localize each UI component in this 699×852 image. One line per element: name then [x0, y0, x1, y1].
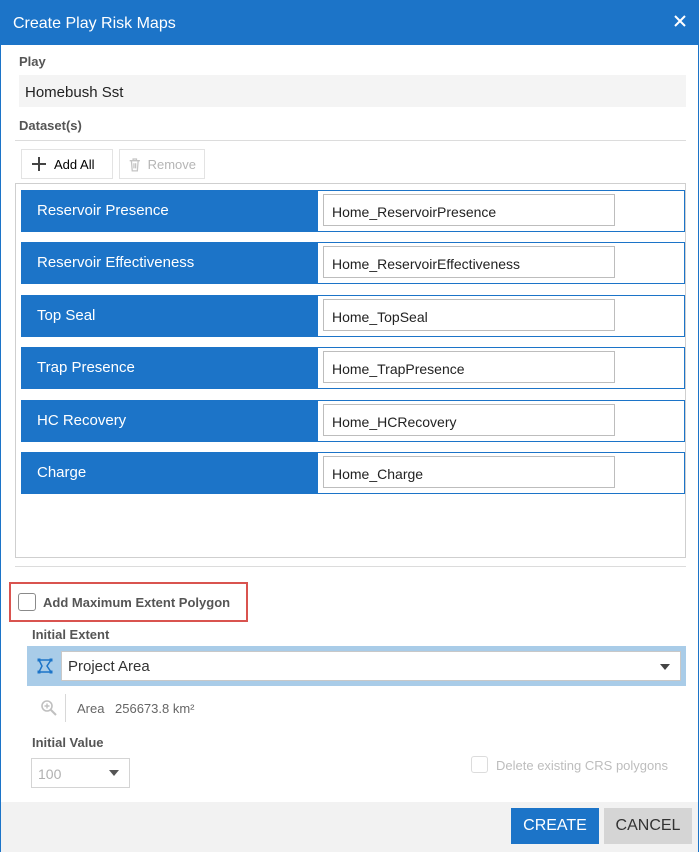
initial-extent-select[interactable]: Project Area — [27, 646, 686, 686]
area-separator — [65, 694, 66, 722]
initial-extent-dropdown[interactable]: Project Area — [61, 651, 681, 681]
max-extent-checkbox[interactable] — [18, 593, 36, 611]
close-icon[interactable] — [672, 13, 688, 29]
dataset-list: Reservoir Presence Home_ReservoirPresenc… — [15, 183, 686, 558]
add-all-button[interactable]: Add All — [21, 149, 113, 179]
delete-crs-checkbox[interactable] — [471, 756, 488, 773]
remove-label: Remove — [147, 156, 196, 172]
initial-extent-value: Project Area — [68, 658, 150, 675]
max-extent-highlight: Add Maximum Extent Polygon — [9, 582, 248, 622]
initial-extent-label: Initial Extent — [32, 627, 110, 642]
dataset-row: Trap Presence Home_TrapPresence — [21, 347, 685, 389]
play-label: Play — [19, 54, 46, 69]
area-label: Area — [77, 701, 105, 716]
dialog-footer: CREATE CANCEL — [1, 802, 698, 852]
trash-icon — [129, 157, 140, 172]
dataset-label: HC Recovery — [22, 401, 318, 441]
chevron-down-icon[interactable] — [109, 770, 119, 776]
delete-crs-label: Delete existing CRS polygons — [496, 758, 668, 773]
add-all-label: Add All — [54, 156, 95, 172]
polygon-icon — [31, 650, 59, 682]
options-divider — [15, 566, 686, 567]
area-row: Area 256673.8 km² — [37, 694, 337, 722]
dataset-label: Reservoir Effectiveness — [22, 243, 318, 283]
dataset-label: Reservoir Presence — [22, 191, 318, 231]
dataset-row: Reservoir Presence Home_ReservoirPresenc… — [21, 190, 685, 232]
dataset-name-input[interactable]: Home_ReservoirEffectiveness — [323, 246, 615, 278]
dialog-title: Create Play Risk Maps — [13, 15, 176, 32]
dataset-name-input[interactable]: Home_TopSeal — [323, 299, 615, 331]
dataset-name-input[interactable]: Home_HCRecovery — [323, 404, 615, 436]
title-bar: Create Play Risk Maps — [1, 1, 698, 45]
initial-value-value: 100 — [38, 766, 62, 782]
area-value: 256673.8 km² — [115, 701, 195, 716]
zoom-to-area-icon[interactable] — [39, 698, 59, 723]
dataset-row: Reservoir Effectiveness Home_ReservoirEf… — [21, 242, 685, 284]
dataset-row: Top Seal Home_TopSeal — [21, 295, 685, 337]
cancel-button[interactable]: CANCEL — [604, 808, 692, 844]
plus-icon — [32, 157, 46, 171]
dataset-label: Charge — [22, 453, 318, 493]
dataset-name-input[interactable]: Home_TrapPresence — [323, 351, 615, 383]
play-field: Homebush Sst — [19, 75, 686, 107]
datasets-divider — [15, 140, 686, 141]
create-play-risk-maps-dialog: Create Play Risk Maps Play Homebush Sst … — [0, 0, 699, 852]
create-button[interactable]: CREATE — [511, 808, 599, 844]
chevron-down-icon[interactable] — [660, 664, 670, 670]
dataset-name-input[interactable]: Home_Charge — [323, 456, 615, 488]
dataset-name-input[interactable]: Home_ReservoirPresence — [323, 194, 615, 226]
dataset-row: Charge Home_Charge — [21, 452, 685, 494]
initial-value-select[interactable]: 100 — [31, 758, 130, 788]
datasets-label: Dataset(s) — [19, 118, 82, 133]
initial-value-label: Initial Value — [32, 735, 104, 750]
dataset-label: Top Seal — [22, 296, 318, 336]
dataset-row: HC Recovery Home_HCRecovery — [21, 400, 685, 442]
remove-button[interactable]: Remove — [119, 149, 205, 179]
max-extent-label[interactable]: Add Maximum Extent Polygon — [43, 595, 230, 610]
dataset-label: Trap Presence — [22, 348, 318, 388]
